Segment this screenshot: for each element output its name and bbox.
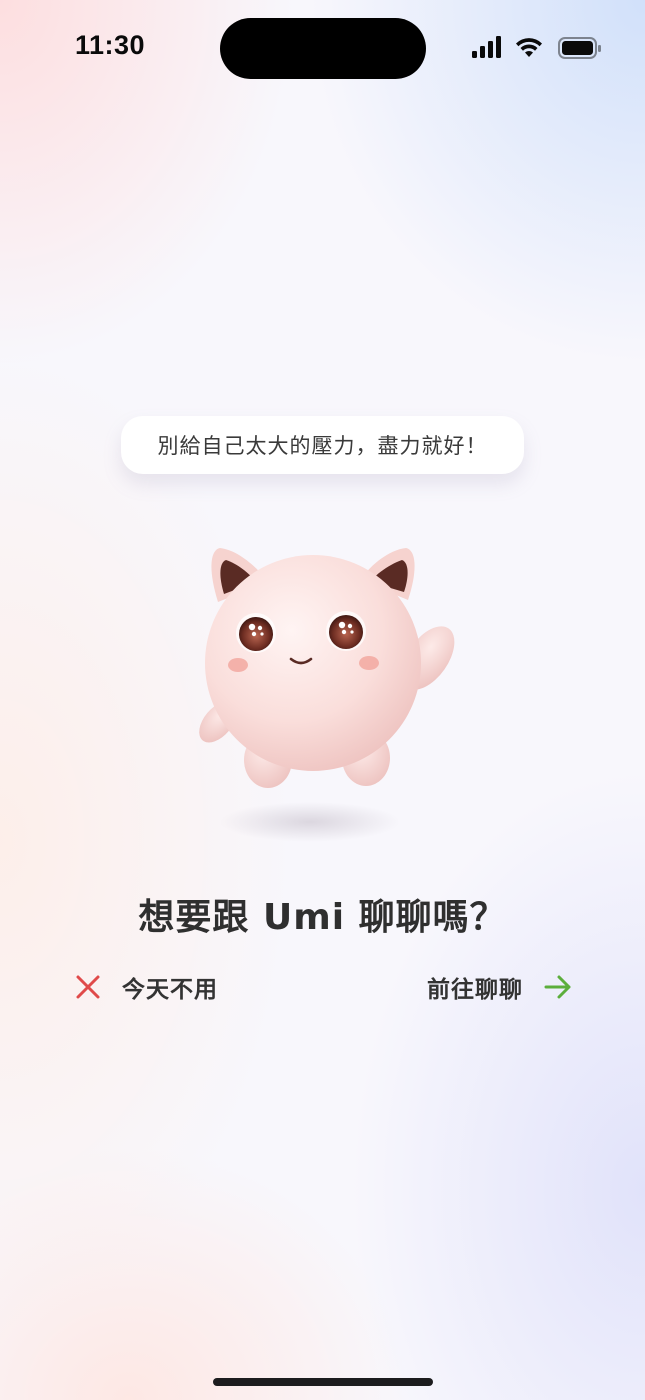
wifi-icon <box>516 38 542 57</box>
arrow-right-icon <box>544 975 571 999</box>
speech-bubble: 別給自己太大的壓力，盡力就好！ <box>121 416 524 474</box>
skip-today-button[interactable]: 今天不用 <box>74 966 218 1008</box>
go-chat-label: 前往聊聊 <box>427 977 523 1003</box>
prompt-question: 想要跟 Umi 聊聊嗎？ <box>138 897 507 938</box>
mascot-illustration <box>199 548 455 842</box>
dynamic-island <box>220 18 426 79</box>
cellular-signal-icon <box>472 36 501 58</box>
speech-bubble-text: 別給自己太大的壓力，盡力就好！ <box>157 434 488 458</box>
go-chat-button[interactable]: 前往聊聊 <box>427 966 573 1008</box>
status-time: 11:30 <box>75 30 146 60</box>
battery-icon <box>558 37 601 59</box>
close-icon <box>76 975 100 999</box>
skip-today-label: 今天不用 <box>122 977 218 1003</box>
home-indicator[interactable] <box>213 1378 433 1386</box>
